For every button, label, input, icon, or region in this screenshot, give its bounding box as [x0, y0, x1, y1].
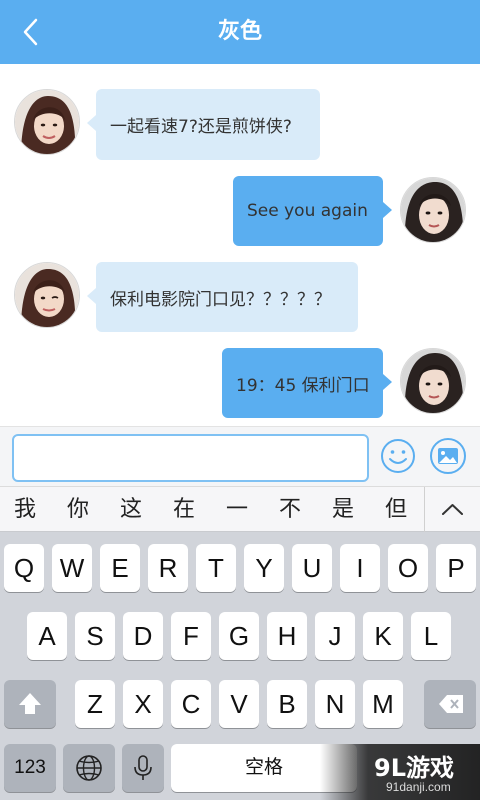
numbers-key[interactable]: 123	[4, 744, 56, 792]
key-i[interactable]: I	[340, 544, 380, 592]
key-h[interactable]: H	[267, 612, 307, 660]
backspace-icon	[439, 695, 463, 713]
candidate-bar: 我 你 这 在 一 不 是 但	[0, 486, 480, 533]
key-j[interactable]: J	[315, 612, 355, 660]
key-w[interactable]: W	[52, 544, 92, 592]
key-y[interactable]: Y	[244, 544, 284, 592]
dictation-key[interactable]	[122, 744, 164, 792]
chat-area[interactable]: 一起看速7?还是煎饼侠? See you again 保利电影院门口见？？？？？	[0, 64, 480, 426]
candidate-word[interactable]: 我	[5, 487, 45, 533]
image-button[interactable]	[429, 437, 467, 475]
key-f[interactable]: F	[171, 612, 211, 660]
candidate-word[interactable]: 是	[323, 487, 363, 533]
message-text: 保利电影院门口见？？？？？	[110, 289, 331, 310]
message-bubble-outgoing[interactable]: See you again	[233, 176, 392, 246]
shift-key[interactable]	[4, 680, 56, 728]
image-icon	[430, 438, 466, 474]
key-b[interactable]: B	[267, 680, 307, 728]
avatar-self[interactable]	[400, 177, 466, 243]
chevron-up-icon	[442, 504, 463, 515]
shift-arrow-icon	[19, 693, 41, 714]
candidate-word[interactable]: 但	[376, 487, 416, 533]
message-bubble-incoming[interactable]: 保利电影院门口见？？？？？	[87, 262, 358, 332]
message-bubble-outgoing[interactable]: 19：45 保利门口	[222, 348, 392, 418]
candidate-word[interactable]: 这	[111, 487, 151, 533]
globe-key[interactable]	[63, 744, 115, 792]
message-bubble-incoming[interactable]: 一起看速7?还是煎饼侠?	[87, 89, 320, 160]
key-k[interactable]: K	[363, 612, 403, 660]
key-r[interactable]: R	[148, 544, 188, 592]
message-text: 19：45 保利门口	[236, 375, 370, 396]
key-q[interactable]: Q	[4, 544, 44, 592]
expand-candidates-button[interactable]	[425, 487, 480, 533]
key-x[interactable]: X	[123, 680, 163, 728]
globe-icon	[76, 755, 102, 781]
watermark-url: 91danji.com	[386, 780, 451, 794]
key-u[interactable]: U	[292, 544, 332, 592]
key-a[interactable]: A	[27, 612, 67, 660]
avatar-female-contact[interactable]	[14, 262, 80, 328]
key-v[interactable]: V	[219, 680, 259, 728]
message-input[interactable]	[12, 434, 369, 482]
nav-header: 灰色	[0, 0, 480, 64]
avatar-self[interactable]	[400, 348, 466, 414]
key-e[interactable]: E	[100, 544, 140, 592]
key-m[interactable]: M	[363, 680, 403, 728]
smiley-icon	[381, 439, 415, 473]
key-z[interactable]: Z	[75, 680, 115, 728]
backspace-key[interactable]	[424, 680, 476, 728]
key-d[interactable]: D	[123, 612, 163, 660]
candidate-word[interactable]: 在	[164, 487, 204, 533]
key-s[interactable]: S	[75, 612, 115, 660]
watermark-brand: 9L游戏	[374, 754, 454, 782]
page-title: 灰色	[217, 19, 262, 44]
key-p[interactable]: P	[436, 544, 476, 592]
message-text: 一起看速7?还是煎饼侠?	[110, 117, 292, 137]
candidate-word[interactable]: 一	[217, 487, 257, 533]
key-l[interactable]: L	[411, 612, 451, 660]
microphone-icon	[134, 755, 152, 780]
key-c[interactable]: C	[171, 680, 211, 728]
emoji-button[interactable]	[379, 437, 417, 475]
key-g[interactable]: G	[219, 612, 259, 660]
candidate-word[interactable]: 不	[270, 487, 310, 533]
key-o[interactable]: O	[388, 544, 428, 592]
avatar-female-contact[interactable]	[14, 89, 80, 155]
message-text: See you again	[247, 201, 368, 221]
composer-bar	[0, 426, 480, 486]
candidate-word[interactable]: 你	[58, 487, 98, 533]
key-t[interactable]: T	[196, 544, 236, 592]
key-n[interactable]: N	[315, 680, 355, 728]
